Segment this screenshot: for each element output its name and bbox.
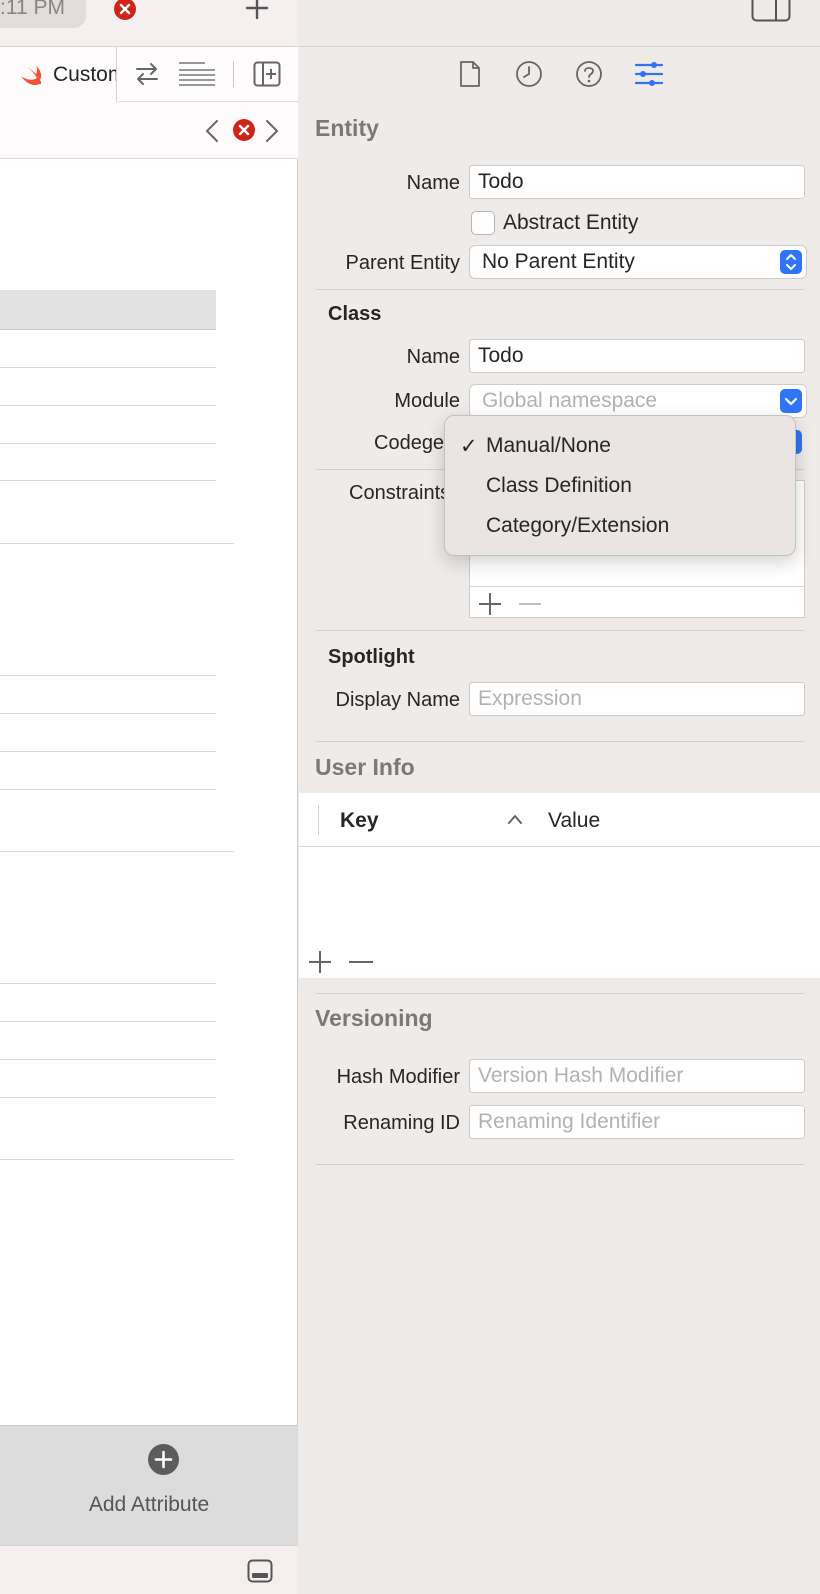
table-separator [0, 1159, 234, 1160]
table-row[interactable] [0, 367, 216, 368]
text-lines-icon[interactable] [178, 61, 216, 87]
add-attribute-button[interactable]: Add Attribute [0, 1493, 298, 1517]
close-tab-icon[interactable] [114, 0, 136, 20]
parent-entity-label: Parent Entity [345, 252, 460, 274]
editor-pane [0, 0, 298, 1594]
swift-file-icon [18, 64, 44, 86]
column-header-key[interactable]: Key [340, 809, 379, 833]
tab-time-label: :11 PM [0, 0, 65, 19]
column-divider [318, 805, 319, 835]
table-row[interactable] [0, 1021, 216, 1022]
section-divider [316, 289, 804, 290]
entity-name-field[interactable]: Todo [469, 165, 805, 199]
abstract-entity-checkbox[interactable] [471, 211, 495, 235]
spotlight-section-title: Spotlight [328, 646, 415, 668]
table-row[interactable] [0, 789, 216, 790]
section-divider [316, 630, 804, 631]
class-name-field[interactable]: Todo [469, 339, 805, 373]
history-inspector-icon[interactable] [515, 60, 543, 88]
section-divider [316, 741, 804, 742]
file-tab-label: Custom [53, 63, 117, 86]
add-constraint-icon[interactable] [478, 592, 502, 616]
chevron-right-icon[interactable] [264, 119, 280, 143]
renaming-id-field[interactable]: Renaming Identifier [469, 1105, 805, 1139]
checkmark-icon: ✓ [460, 435, 478, 458]
table-row[interactable] [0, 675, 216, 676]
table-row[interactable] [0, 713, 216, 714]
remove-user-info-icon[interactable] [348, 950, 374, 974]
abstract-entity-label: Abstract Entity [503, 211, 639, 234]
table-row[interactable] [0, 751, 216, 752]
codegen-label: Codegen [374, 432, 446, 454]
attributes-table-header [0, 290, 216, 330]
table-row[interactable] [0, 443, 216, 444]
toggle-inspector-icon[interactable] [751, 0, 791, 22]
table-row[interactable] [0, 405, 216, 406]
class-name-label: Name [406, 346, 460, 368]
section-divider [316, 1164, 804, 1165]
inspector-top-bar [299, 0, 820, 47]
toolbar-separator [116, 47, 117, 102]
swap-arrows-icon[interactable] [133, 61, 161, 87]
table-row[interactable] [0, 1059, 216, 1060]
table-separator [0, 851, 234, 852]
new-tab-icon[interactable] [245, 0, 269, 20]
renaming-id-label: Renaming ID [343, 1112, 460, 1134]
constraints-label: Constraints [349, 482, 444, 504]
toolbar-divider [233, 61, 234, 87]
table-row[interactable] [0, 480, 216, 481]
user-info-footer [299, 944, 820, 978]
chevron-down-icon [780, 389, 802, 413]
add-attribute-icon[interactable] [148, 1444, 179, 1475]
table-row[interactable] [0, 983, 216, 984]
hash-modifier-label: Hash Modifier [336, 1066, 460, 1088]
add-attribute-bar [0, 1425, 298, 1545]
class-section-title: Class [328, 303, 382, 325]
module-popup[interactable]: Global namespace [469, 384, 807, 418]
column-header-value[interactable]: Value [548, 809, 600, 833]
display-name-label: Display Name [335, 689, 460, 711]
versioning-section-title: Versioning [315, 1005, 433, 1031]
inspector-tabs [299, 47, 820, 102]
user-info-section-title: User Info [315, 754, 415, 780]
file-inspector-icon[interactable] [459, 60, 481, 88]
table-row[interactable] [0, 1097, 216, 1098]
entity-name-label: Name [406, 172, 460, 194]
attributes-inspector-icon[interactable] [634, 60, 664, 88]
table-separator [0, 543, 234, 544]
module-label: Module [394, 390, 460, 412]
menu-item-category-extension[interactable]: Category/Extension [486, 514, 669, 538]
hash-modifier-field[interactable]: Version Hash Modifier [469, 1059, 805, 1093]
parent-entity-popup[interactable]: No Parent Entity [469, 245, 807, 279]
add-user-info-icon[interactable] [308, 950, 332, 974]
section-divider [316, 993, 804, 994]
chevron-left-icon[interactable] [204, 119, 220, 143]
toggle-debug-area-icon[interactable] [247, 1559, 273, 1583]
remove-constraint-icon[interactable] [518, 592, 542, 616]
popup-arrows-icon [780, 250, 802, 274]
display-name-field[interactable]: Expression [469, 682, 805, 716]
menu-item-class-definition[interactable]: Class Definition [486, 474, 632, 498]
menu-item-manual-none[interactable]: Manual/None [486, 434, 611, 458]
entity-section-title: Entity [315, 115, 379, 141]
error-icon[interactable] [233, 119, 255, 141]
help-inspector-icon[interactable] [575, 60, 603, 88]
add-editor-icon[interactable] [253, 61, 281, 87]
sort-ascending-icon[interactable] [506, 812, 524, 826]
